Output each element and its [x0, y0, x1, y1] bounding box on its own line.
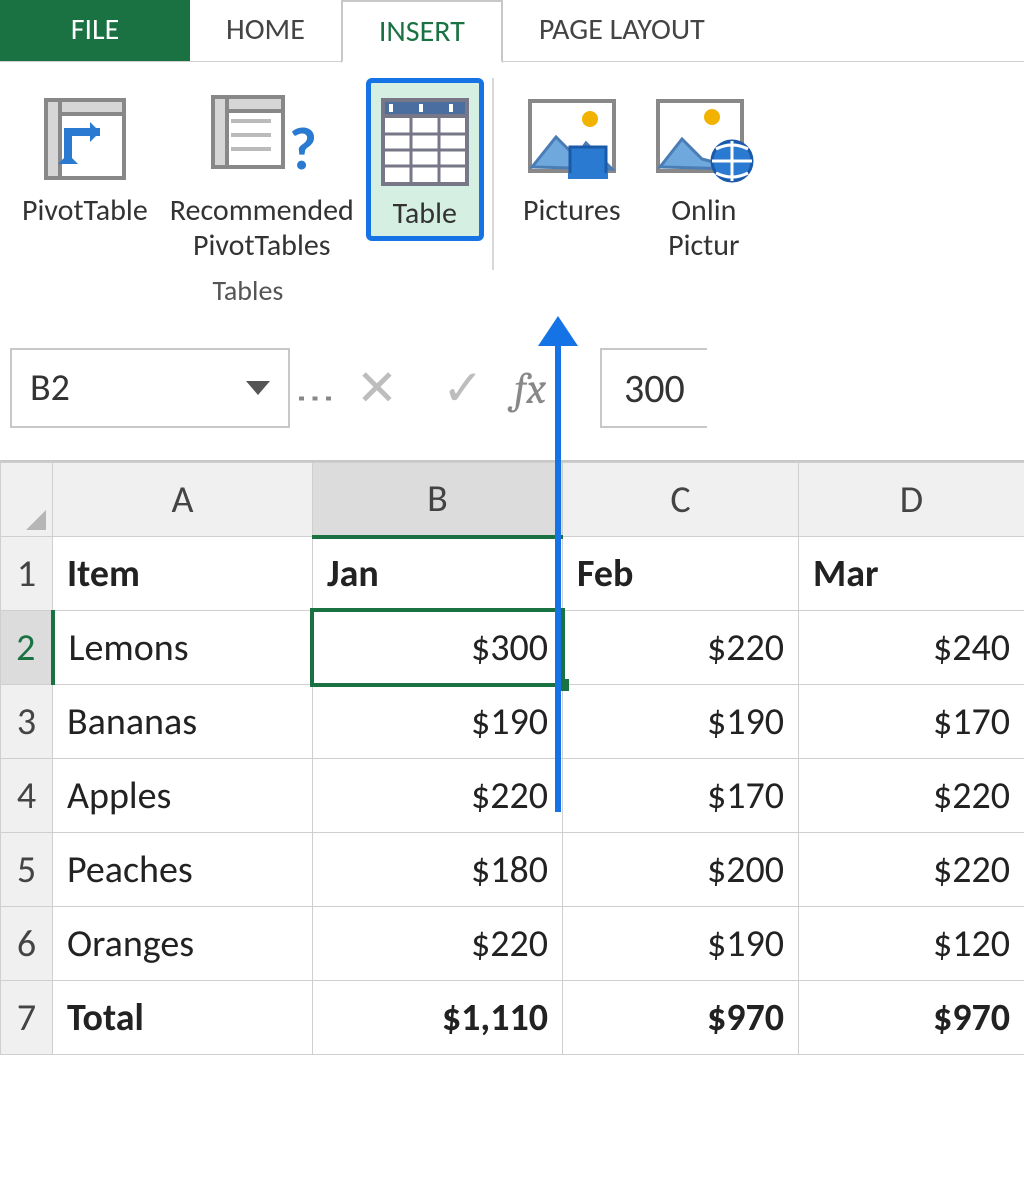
accept-formula-button[interactable]: ✓ — [428, 358, 498, 419]
recommended-pivot-tables-button[interactable]: ? Recommended PivotTables — [160, 78, 364, 267]
select-all-corner[interactable] — [1, 463, 53, 537]
cell[interactable]: $220 — [563, 611, 799, 685]
cell[interactable]: $220 — [313, 907, 563, 981]
table-row: 5 Peaches $180 $200 $220 — [1, 833, 1024, 907]
cell[interactable]: $170 — [799, 685, 1024, 759]
cell[interactable]: $190 — [313, 685, 563, 759]
cell[interactable]: $200 — [563, 833, 799, 907]
online-pictures-label-2: Pictur — [668, 229, 739, 264]
row-header[interactable]: 4 — [1, 759, 53, 833]
recommended-pivot-tables-icon: ? — [202, 84, 322, 194]
online-pictures-label-1: Onlin — [671, 194, 736, 229]
ribbon-body: PivotTable ? Recommended PivotTables — [0, 62, 1024, 316]
pictures-icon — [512, 84, 632, 194]
table-row: 3 Bananas $190 $190 $170 — [1, 685, 1024, 759]
svg-text:?: ? — [289, 113, 317, 186]
cell[interactable]: $190 — [563, 685, 799, 759]
cell[interactable]: Item — [53, 537, 313, 611]
fx-button[interactable]: fx — [514, 363, 584, 414]
recommended-pivot-tables-label-2: PivotTables — [193, 229, 330, 264]
tab-insert[interactable]: INSERT — [341, 0, 503, 63]
row-header[interactable]: 6 — [1, 907, 53, 981]
cell[interactable]: $190 — [563, 907, 799, 981]
cell[interactable]: $220 — [799, 833, 1024, 907]
col-header-D[interactable]: D — [799, 463, 1024, 537]
cell[interactable]: Jan — [313, 537, 563, 611]
tab-file[interactable]: FILE — [0, 0, 190, 61]
recommended-pivot-tables-label-1: Recommended — [170, 194, 354, 229]
cell[interactable]: $240 — [799, 611, 1024, 685]
cell[interactable]: Bananas — [53, 685, 313, 759]
cell[interactable]: $970 — [563, 981, 799, 1055]
ribbon-group-tables: PivotTable ? Recommended PivotTables — [8, 72, 488, 310]
col-header-A[interactable]: A — [53, 463, 313, 537]
formula-bar-input[interactable]: 300 — [600, 348, 707, 428]
cell-active[interactable]: $300 — [313, 611, 563, 685]
name-box-value: B2 — [30, 365, 70, 411]
grip-icon[interactable]: ⋮ — [292, 378, 341, 398]
worksheet: A B C D 1 Item Jan Feb Mar 2 Lemons $300… — [0, 460, 1024, 1055]
row-header[interactable]: 1 — [1, 537, 53, 611]
ribbon-tabs: FILE HOME INSERT PAGE LAYOUT — [0, 0, 1024, 62]
pivot-table-icon — [25, 84, 145, 194]
table-row: 2 Lemons $300 $220 $240 — [1, 611, 1024, 685]
cell[interactable]: $170 — [563, 759, 799, 833]
cell[interactable]: $220 — [799, 759, 1024, 833]
row-header[interactable]: 5 — [1, 833, 53, 907]
cell[interactable]: $1,110 — [313, 981, 563, 1055]
cell[interactable]: Oranges — [53, 907, 313, 981]
table-row: 1 Item Jan Feb Mar — [1, 537, 1024, 611]
pictures-label: Pictures — [523, 194, 621, 229]
pictures-button[interactable]: Pictures — [502, 78, 642, 233]
cell[interactable]: Lemons — [53, 611, 313, 685]
cell[interactable]: $120 — [799, 907, 1024, 981]
col-header-B[interactable]: B — [313, 463, 563, 537]
cell[interactable]: Apples — [53, 759, 313, 833]
pivot-table-label: PivotTable — [22, 194, 148, 229]
cancel-formula-button[interactable]: ✕ — [342, 358, 412, 419]
chevron-down-icon[interactable] — [246, 381, 270, 395]
column-header-row: A B C D — [1, 463, 1024, 537]
col-header-C[interactable]: C — [563, 463, 799, 537]
cell[interactable]: $970 — [799, 981, 1024, 1055]
tab-page-layout[interactable]: PAGE LAYOUT — [503, 0, 741, 61]
table-row: 6 Oranges $220 $190 $120 — [1, 907, 1024, 981]
cell[interactable]: $180 — [313, 833, 563, 907]
table-button[interactable]: Table — [366, 78, 484, 241]
cell[interactable]: Peaches — [53, 833, 313, 907]
ribbon-separator — [492, 78, 494, 270]
online-pictures-icon — [654, 84, 754, 194]
table-row: 4 Apples $220 $170 $220 — [1, 759, 1024, 833]
name-box[interactable]: B2 — [10, 348, 290, 428]
online-pictures-button[interactable]: Onlin Pictur — [644, 78, 754, 267]
cell[interactable]: $220 — [313, 759, 563, 833]
pivot-table-button[interactable]: PivotTable — [12, 78, 158, 233]
table-row: 7 Total $1,110 $970 $970 — [1, 981, 1024, 1055]
ribbon-group-illustrations: Pictures Onlin Pictur — [498, 72, 758, 310]
cell[interactable]: Feb — [563, 537, 799, 611]
row-header[interactable]: 7 — [1, 981, 53, 1055]
tab-home[interactable]: HOME — [190, 0, 341, 61]
spreadsheet-grid[interactable]: A B C D 1 Item Jan Feb Mar 2 Lemons $300… — [0, 462, 1024, 1055]
formula-bar: B2 ⋮ ✕ ✓ fx 300 — [0, 316, 1024, 438]
cell[interactable]: Mar — [799, 537, 1024, 611]
table-label: Table — [393, 197, 457, 232]
cell[interactable]: Total — [53, 981, 313, 1055]
ribbon-group-tables-label: Tables — [212, 273, 283, 308]
table-icon — [377, 87, 473, 197]
row-header[interactable]: 3 — [1, 685, 53, 759]
row-header[interactable]: 2 — [1, 611, 53, 685]
